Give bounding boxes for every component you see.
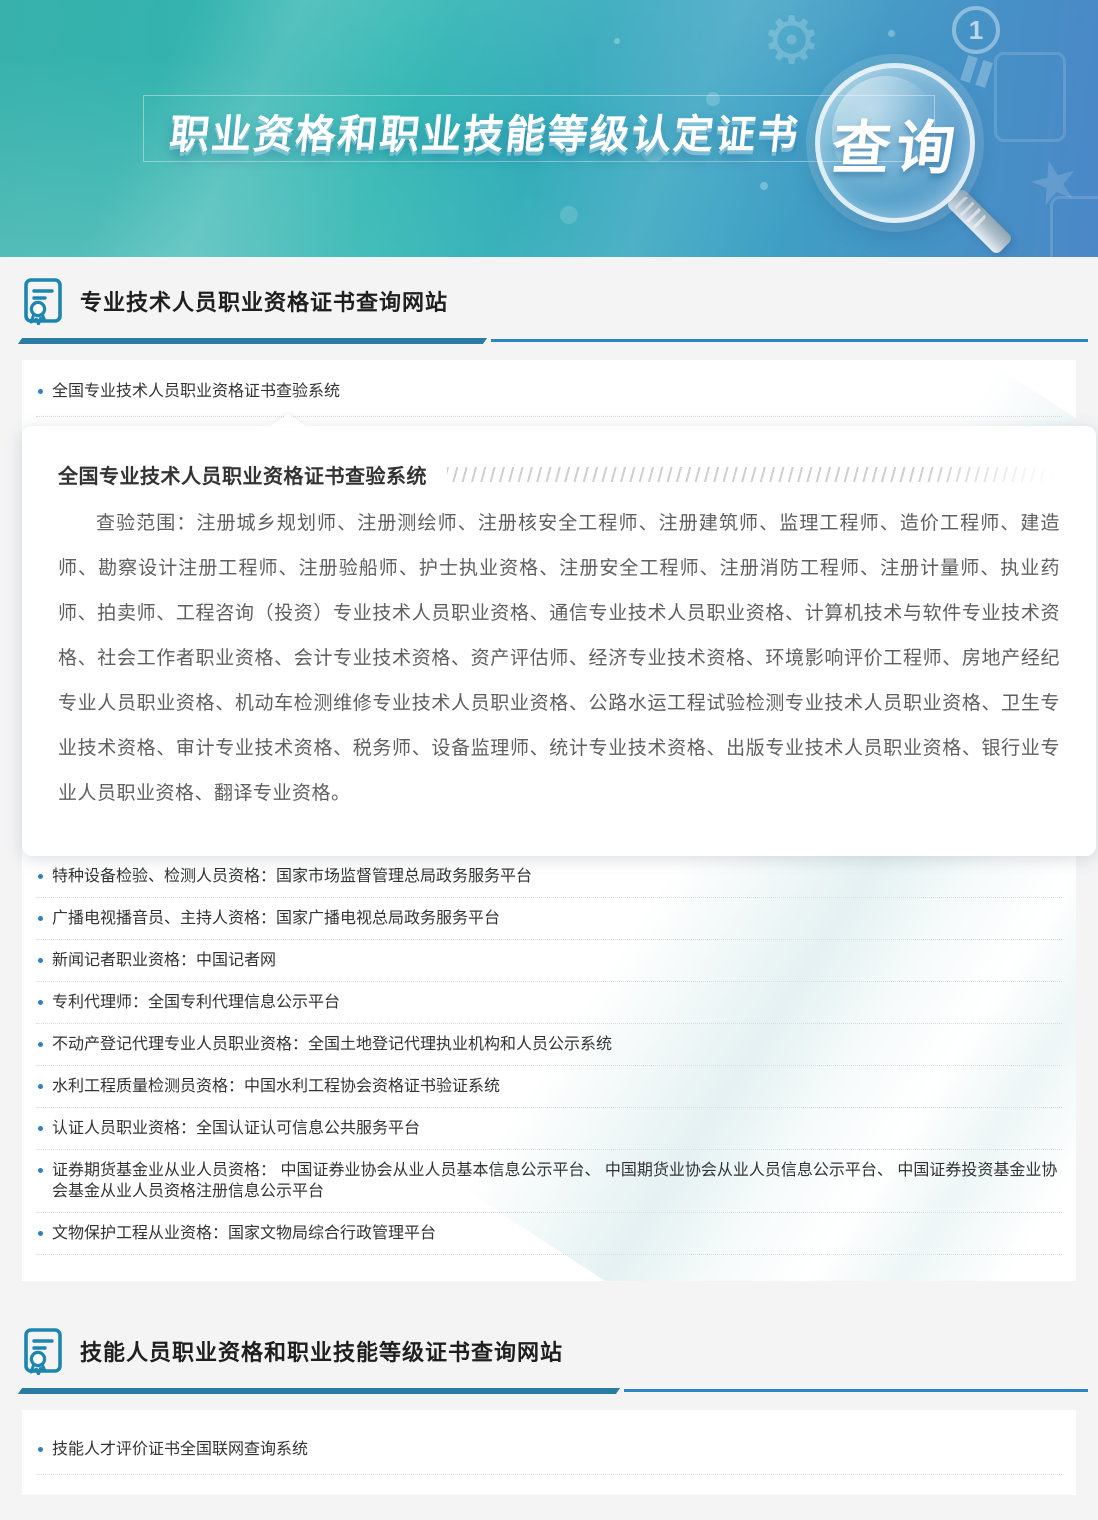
verification-system-panel: 全国专业技术人员职业资格证书查验系统 查验范围：注册城乡规划师、注册测绘师、注册… (22, 426, 1096, 856)
list-item-label: 新闻记者职业资格：中国记者网 (52, 950, 276, 971)
list-item-label: 专利代理师：全国专利代理信息公示平台 (52, 992, 340, 1013)
section-divider (20, 338, 1088, 344)
list-item-label: 不动产登记代理专业人员职业资格：全国土地登记代理执业机构和人员公示系统 (52, 1034, 612, 1055)
list-item-label: 全国专业技术人员职业资格证书查验系统 (52, 381, 340, 402)
list-item[interactable]: 文物保护工程从业资格：国家文物局综合行政管理平台 (36, 1213, 1062, 1255)
section-header-professional: 专业技术人员职业资格证书查询网站 (22, 277, 1098, 325)
panel-title: 全国专业技术人员职业资格证书查验系统 (58, 460, 427, 489)
list-item-featured[interactable]: 全国专业技术人员职业资格证书查验系统 (36, 364, 1062, 417)
professional-links-card: 全国专业技术人员职业资格证书查验系统 全国专业技术人员职业资格证书查验系统 查验… (22, 360, 1076, 1281)
bullet-icon (38, 958, 43, 963)
list-item[interactable]: 水利工程质量检测员资格：中国水利工程协会资格证书验证系统 (36, 1066, 1062, 1108)
list-item-label: 文物保护工程从业资格：国家文物局综合行政管理平台 (52, 1223, 436, 1244)
list-item-label: 广播电视播音员、主持人资格：国家广播电视总局政务服务平台 (52, 908, 500, 929)
list-item[interactable]: 专利代理师：全国专利代理信息公示平台 (36, 982, 1062, 1024)
list-item[interactable]: 证券期货基金业从业人员资格： 中国证券业协会从业人员基本信息公示平台、 中国期货… (36, 1150, 1062, 1213)
divider-right-segment (624, 1389, 1088, 1392)
bubble-decoration (760, 182, 768, 190)
list-item-label: 水利工程质量检测员资格：中国水利工程协会资格证书验证系统 (52, 1076, 500, 1097)
divider-right-segment (491, 339, 1088, 342)
bullet-icon (38, 874, 43, 879)
magnifier-handle (946, 188, 1014, 256)
list-item[interactable]: 广播电视播音员、主持人资格：国家广播电视总局政务服务平台 (36, 898, 1062, 940)
certificate-outline-icon (994, 52, 1066, 142)
list-item[interactable]: 不动产登记代理专业人员职业资格：全国土地登记代理执业机构和人员公示系统 (36, 1024, 1062, 1066)
section-title: 技能人员职业资格和职业技能等级证书查询网站 (80, 1335, 563, 1367)
panel-scope-text: 查验范围：注册城乡规划师、注册测绘师、注册核安全工程师、注册建筑师、监理工程师、… (58, 501, 1060, 816)
medal-number: 1 (969, 15, 983, 46)
hatch-decoration (447, 467, 1060, 482)
bullet-icon (38, 1000, 43, 1005)
banner-search-label: 查询 (829, 101, 966, 185)
banner-title: 职业资格和职业技能等级认定证书 (167, 102, 803, 160)
list-item[interactable]: 新闻记者职业资格：中国记者网 (36, 940, 1062, 982)
gear-icon: ⚙ (762, 2, 821, 79)
bullet-icon (38, 1042, 43, 1047)
bullet-icon (38, 1447, 43, 1452)
certificate-icon (22, 1327, 64, 1375)
list-item[interactable]: 认证人员职业资格：全国认证认可信息公共服务平台 (36, 1108, 1062, 1150)
magnifier-icon: 查询 (815, 63, 975, 223)
medal-icon: 1 (952, 6, 1000, 54)
bullet-icon (38, 916, 43, 921)
divider-left-segment (18, 1388, 620, 1394)
list-item-label: 证券期货基金业从业人员资格： 中国证券业协会从业人员基本信息公示平台、 中国期货… (52, 1160, 1062, 1202)
bubble-decoration (614, 38, 620, 44)
bubble-decoration (888, 30, 895, 37)
bubble-decoration (560, 206, 578, 224)
bullet-icon (38, 1126, 43, 1131)
bullet-icon (38, 389, 43, 394)
list-item-label: 特种设备检验、检测人员资格：国家市场监督管理总局政务服务平台 (52, 866, 532, 887)
bullet-icon (38, 1084, 43, 1089)
certificate-icon (22, 277, 64, 325)
list-item-label: 认证人员职业资格：全国认证认可信息公共服务平台 (52, 1118, 420, 1139)
list-item-label: 技能人才评价证书全国联网查询系统 (52, 1439, 308, 1460)
certificate-outline-icon (1050, 196, 1098, 257)
skill-links-card: 技能人才评价证书全国联网查询系统 (22, 1410, 1076, 1495)
section-header-skill: 技能人员职业资格和职业技能等级证书查询网站 (22, 1327, 1098, 1375)
bullet-icon (38, 1231, 43, 1236)
section-divider (20, 1388, 1088, 1394)
bullet-icon (38, 1168, 43, 1173)
divider-left-segment (18, 338, 487, 344)
banner: ⚙ ★ 1 职业资格和职业技能等级认定证书 查询 (0, 0, 1098, 257)
magnifier-lens: 查询 (815, 63, 975, 223)
list-item[interactable]: 技能人才评价证书全国联网查询系统 (36, 1426, 1062, 1475)
list-item[interactable]: 特种设备检验、检测人员资格：国家市场监督管理总局政务服务平台 (36, 856, 1062, 898)
section-title: 专业技术人员职业资格证书查询网站 (80, 285, 448, 317)
